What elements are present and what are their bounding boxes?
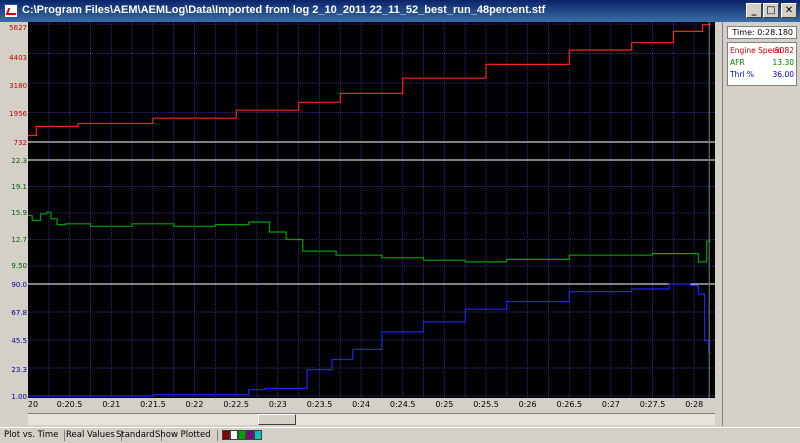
x-tick-label: 0:28 xyxy=(685,400,704,409)
legend-row-throttle[interactable]: Thrl % 36.00 xyxy=(728,69,796,81)
y-tick-label: 3180 xyxy=(9,82,27,90)
log-plot-area[interactable] xyxy=(28,22,715,398)
app-icon xyxy=(4,4,18,18)
y-tick-label: 23.3 xyxy=(11,366,27,374)
show-mode-status[interactable]: Show Plotted xyxy=(155,430,218,441)
x-tick-label: 0:26 xyxy=(518,400,537,409)
y-tick-label: 732 xyxy=(13,139,27,147)
x-tick-label: 0:24.5 xyxy=(389,400,416,409)
legend-value: 13.30 xyxy=(772,58,794,67)
x-tick-label: 0:24 xyxy=(352,400,371,409)
channel-swatch[interactable] xyxy=(246,430,254,440)
cursor-time: Time: 0:28.180 xyxy=(727,26,797,39)
legend-row-engine-speed[interactable]: Engine Speed 5082 xyxy=(728,45,796,57)
x-tick-label: 0:21.5 xyxy=(140,400,166,409)
channel-legend: Engine Speed 5082 AFR 13.30 Thrl % 36.00 xyxy=(727,42,797,86)
channel-swatch[interactable] xyxy=(238,430,246,440)
x-tick-label: 0:23.5 xyxy=(306,400,333,409)
channel-swatch[interactable] xyxy=(254,430,262,440)
afr-line xyxy=(28,211,711,263)
log-chart xyxy=(28,22,715,398)
close-button[interactable]: ✕ xyxy=(781,3,797,18)
channel-swatch[interactable] xyxy=(222,430,230,440)
title-bar: C:\Program Files\AEM\AEMLog\Data\Importe… xyxy=(0,0,800,22)
x-tick-label: 0:22.5 xyxy=(223,400,249,409)
y-tick-label: 67.8 xyxy=(11,309,27,317)
y-tick-label: 19.1 xyxy=(11,183,27,191)
y-tick-label: 15.9 xyxy=(11,209,27,217)
horizontal-scrollbar[interactable] xyxy=(28,413,715,425)
legend-value: 36.00 xyxy=(772,70,794,79)
x-tick-label: 0:25 xyxy=(435,400,454,409)
values-mode-status[interactable]: Real Values xyxy=(66,430,122,441)
y-tick-label: 22.3 xyxy=(11,157,27,165)
x-axis: 20 0:20.5 0:21 0:21.5 0:22 0:22.5 0:23 0:23.5 0:… xyxy=(28,399,715,412)
y-tick-label: 4403 xyxy=(9,54,27,62)
x-tick-label: 0:27.5 xyxy=(639,400,666,409)
maximize-button[interactable]: □ xyxy=(763,3,779,18)
plot-mode-status[interactable]: Plot vs. Time xyxy=(4,430,66,441)
scroll-thumb[interactable] xyxy=(258,414,296,425)
x-tick-label: 0:26.5 xyxy=(556,400,583,409)
y-tick-label: 1956 xyxy=(9,110,27,118)
y-tick-label: 90.0 xyxy=(11,281,27,289)
y-tick-label: 45.5 xyxy=(11,337,27,345)
channel-swatch[interactable] xyxy=(230,430,238,440)
channel-panel: Time: 0:28.180 Engine Speed 5082 AFR 13.… xyxy=(722,22,800,426)
engine-speed-line xyxy=(28,24,711,137)
x-tick-label: 0:23 xyxy=(268,400,287,409)
y-tick-label: 9.50 xyxy=(11,262,27,270)
x-tick-label: 20 xyxy=(27,400,39,409)
window-title: C:\Program Files\AEM\AEMLog\Data\Importe… xyxy=(22,4,546,16)
status-bar: Plot vs. Time Real Values Standard Show … xyxy=(0,427,800,443)
x-tick-label: 0:25.5 xyxy=(473,400,499,409)
y-tick-label: 1.00 xyxy=(11,393,27,401)
legend-name: Engine Speed xyxy=(730,46,782,55)
x-tick-label: 0:20.5 xyxy=(56,400,83,409)
y-tick-label: 12.7 xyxy=(11,236,27,244)
legend-row-afr[interactable]: AFR 13.30 xyxy=(728,57,796,69)
minimize-button[interactable]: _ xyxy=(746,3,762,18)
y-tick-label: 5627 xyxy=(9,24,27,32)
legend-value: 5082 xyxy=(774,46,794,55)
legend-name: Thrl % xyxy=(730,70,755,79)
x-tick-label: 0:21 xyxy=(102,400,121,409)
legend-name: AFR xyxy=(730,58,745,67)
x-tick-label: 0:27 xyxy=(601,400,620,409)
x-tick-label: 0:22 xyxy=(185,400,204,409)
